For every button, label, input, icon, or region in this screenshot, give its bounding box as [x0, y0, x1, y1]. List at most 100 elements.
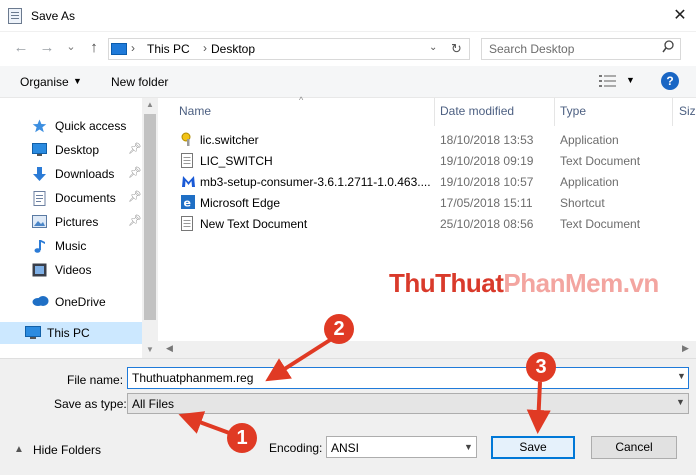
view-options-icon[interactable]: [599, 74, 617, 91]
sidebar-item-documents[interactable]: Documents 📌︎: [22, 187, 157, 209]
file-list: ^ Name Date modified Type Siz lic.switch…: [166, 95, 696, 341]
horizontal-scrollbar[interactable]: ◀ ▶: [158, 341, 696, 358]
file-name-field[interactable]: Thuthuatphanmem.reg ▼: [127, 367, 689, 389]
sidebar-scrollbar[interactable]: ▲ ▼: [142, 98, 158, 360]
search-icon: [662, 40, 674, 57]
computer-icon: [25, 326, 41, 340]
file-row[interactable]: e Microsoft Edge 17/05/2018 15:11 Shortc…: [166, 192, 696, 213]
sidebar-item-pictures[interactable]: Pictures 📌︎: [22, 211, 157, 233]
sidebar-item-label: Pictures: [55, 215, 99, 229]
file-name: lic.switcher: [200, 133, 259, 147]
videos-icon: [32, 263, 47, 277]
chevron-down-icon[interactable]: ▼: [677, 371, 686, 381]
desktop-icon: [32, 143, 47, 157]
chevron-right-icon: ›: [131, 41, 135, 55]
pin-icon[interactable]: 📌︎: [128, 166, 142, 179]
back-button[interactable]: ←: [12, 38, 30, 58]
breadcrumb-this-pc[interactable]: This PC: [147, 42, 190, 56]
address-bar[interactable]: › This PC › Desktop ⌄ ↻: [108, 38, 470, 60]
search-box[interactable]: Search Desktop: [481, 38, 681, 60]
pin-icon[interactable]: 📌︎: [128, 142, 142, 155]
malwarebytes-icon: [181, 174, 195, 189]
save-button[interactable]: Save: [491, 436, 575, 459]
file-name-value[interactable]: Thuthuatphanmem.reg: [132, 371, 253, 385]
sidebar-item-onedrive[interactable]: OneDrive: [22, 291, 157, 313]
column-header-name[interactable]: Name: [179, 104, 211, 118]
address-dropdown-icon[interactable]: ⌄: [429, 42, 437, 53]
sidebar-item-downloads[interactable]: Downloads 📌︎: [22, 163, 157, 185]
caret-down-icon[interactable]: ▼: [73, 76, 82, 86]
scroll-right-arrow-icon[interactable]: ▶: [682, 343, 689, 354]
refresh-icon[interactable]: ↻: [451, 41, 462, 57]
caret-down-icon[interactable]: ▼: [626, 75, 635, 85]
scroll-left-arrow-icon[interactable]: ◀: [166, 343, 173, 354]
scroll-down-arrow-icon[interactable]: ▼: [142, 345, 158, 354]
scroll-up-arrow-icon[interactable]: ▲: [142, 100, 158, 109]
pictures-icon: [32, 215, 47, 229]
close-button[interactable]: ✕: [666, 2, 694, 30]
file-date: 17/05/2018 15:11: [440, 196, 533, 210]
edge-icon: e: [181, 195, 195, 210]
encoding-value[interactable]: ANSI: [331, 441, 359, 455]
up-button[interactable]: ↑: [85, 38, 103, 58]
file-type: Text Document: [560, 217, 641, 231]
save-as-type-select[interactable]: All Files ▼: [127, 393, 689, 414]
column-header-size[interactable]: Siz: [679, 104, 696, 118]
pin-icon[interactable]: 📌︎: [128, 190, 142, 203]
chevron-right-icon[interactable]: ›: [203, 41, 207, 55]
file-name: LIC_SWITCH: [200, 154, 273, 168]
file-row[interactable]: New Text Document 25/10/2018 08:56 Text …: [166, 213, 696, 234]
organise-button[interactable]: Organise: [20, 75, 69, 89]
file-row[interactable]: lic.switcher 18/10/2018 13:53 Applicatio…: [166, 129, 696, 150]
callout-badge-2: 2: [324, 314, 354, 344]
music-icon: [32, 239, 47, 253]
pin-icon[interactable]: 📌︎: [128, 214, 142, 227]
chevron-up-icon[interactable]: ▲: [14, 444, 24, 455]
documents-icon: [32, 191, 47, 206]
cancel-button[interactable]: Cancel: [591, 436, 677, 459]
column-divider[interactable]: [554, 98, 555, 126]
sidebar-item-this-pc[interactable]: This PC: [0, 322, 142, 344]
callout-badge-1: 1: [227, 423, 257, 453]
column-header-type[interactable]: Type: [560, 104, 586, 118]
column-divider[interactable]: [434, 98, 435, 126]
save-as-type-value[interactable]: All Files: [132, 397, 174, 411]
text-document-icon: [181, 153, 195, 168]
chevron-down-icon[interactable]: ▼: [464, 442, 473, 452]
column-divider[interactable]: [672, 98, 673, 126]
save-as-type-label: Save as type:: [54, 397, 127, 411]
text-document-icon: [181, 216, 195, 231]
sidebar-item-quick-access[interactable]: Quick access: [22, 115, 157, 137]
recent-locations-dropdown[interactable]: ⌄: [62, 37, 80, 57]
sidebar-item-music[interactable]: Music: [22, 235, 157, 257]
sidebar-item-videos[interactable]: Videos: [22, 259, 157, 281]
encoding-label: Encoding:: [269, 441, 323, 455]
file-name-label: File name:: [67, 373, 124, 387]
star-icon: [32, 119, 47, 133]
sidebar-item-label: Documents: [55, 191, 116, 205]
scrollbar-thumb[interactable]: [144, 114, 156, 320]
file-row[interactable]: LIC_SWITCH 19/10/2018 09:19 Text Documen…: [166, 150, 696, 171]
file-row[interactable]: mb3-setup-consumer-3.6.1.2711-1.0.463...…: [166, 171, 696, 192]
search-input[interactable]: Search Desktop: [489, 42, 574, 56]
file-name: New Text Document: [200, 217, 308, 231]
callout-badge-3: 3: [526, 352, 556, 382]
sidebar-item-label: Downloads: [55, 167, 115, 181]
breadcrumb-desktop[interactable]: Desktop: [211, 42, 255, 56]
hide-folders-button[interactable]: Hide Folders: [33, 443, 101, 457]
file-type: Application: [560, 133, 619, 147]
column-header-date[interactable]: Date modified: [440, 104, 514, 118]
file-name: mb3-setup-consumer-3.6.1.2711-1.0.463...…: [200, 175, 431, 189]
watermark-logo: ThuThuatPhanMem.vn: [389, 268, 659, 298]
help-icon[interactable]: ?: [661, 72, 679, 90]
file-date: 18/10/2018 13:53: [440, 133, 534, 147]
chevron-down-icon[interactable]: ▼: [676, 397, 685, 407]
encoding-select[interactable]: ANSI ▼: [326, 436, 477, 458]
notepad-icon: [8, 8, 22, 24]
forward-button[interactable]: →: [38, 38, 56, 58]
downloads-icon: [32, 167, 47, 181]
new-folder-button[interactable]: New folder: [111, 75, 168, 89]
title-bar: Save As ✕: [0, 0, 696, 32]
sidebar-item-desktop[interactable]: Desktop 📌︎: [22, 139, 157, 161]
sidebar-item-label: Quick access: [55, 119, 127, 133]
